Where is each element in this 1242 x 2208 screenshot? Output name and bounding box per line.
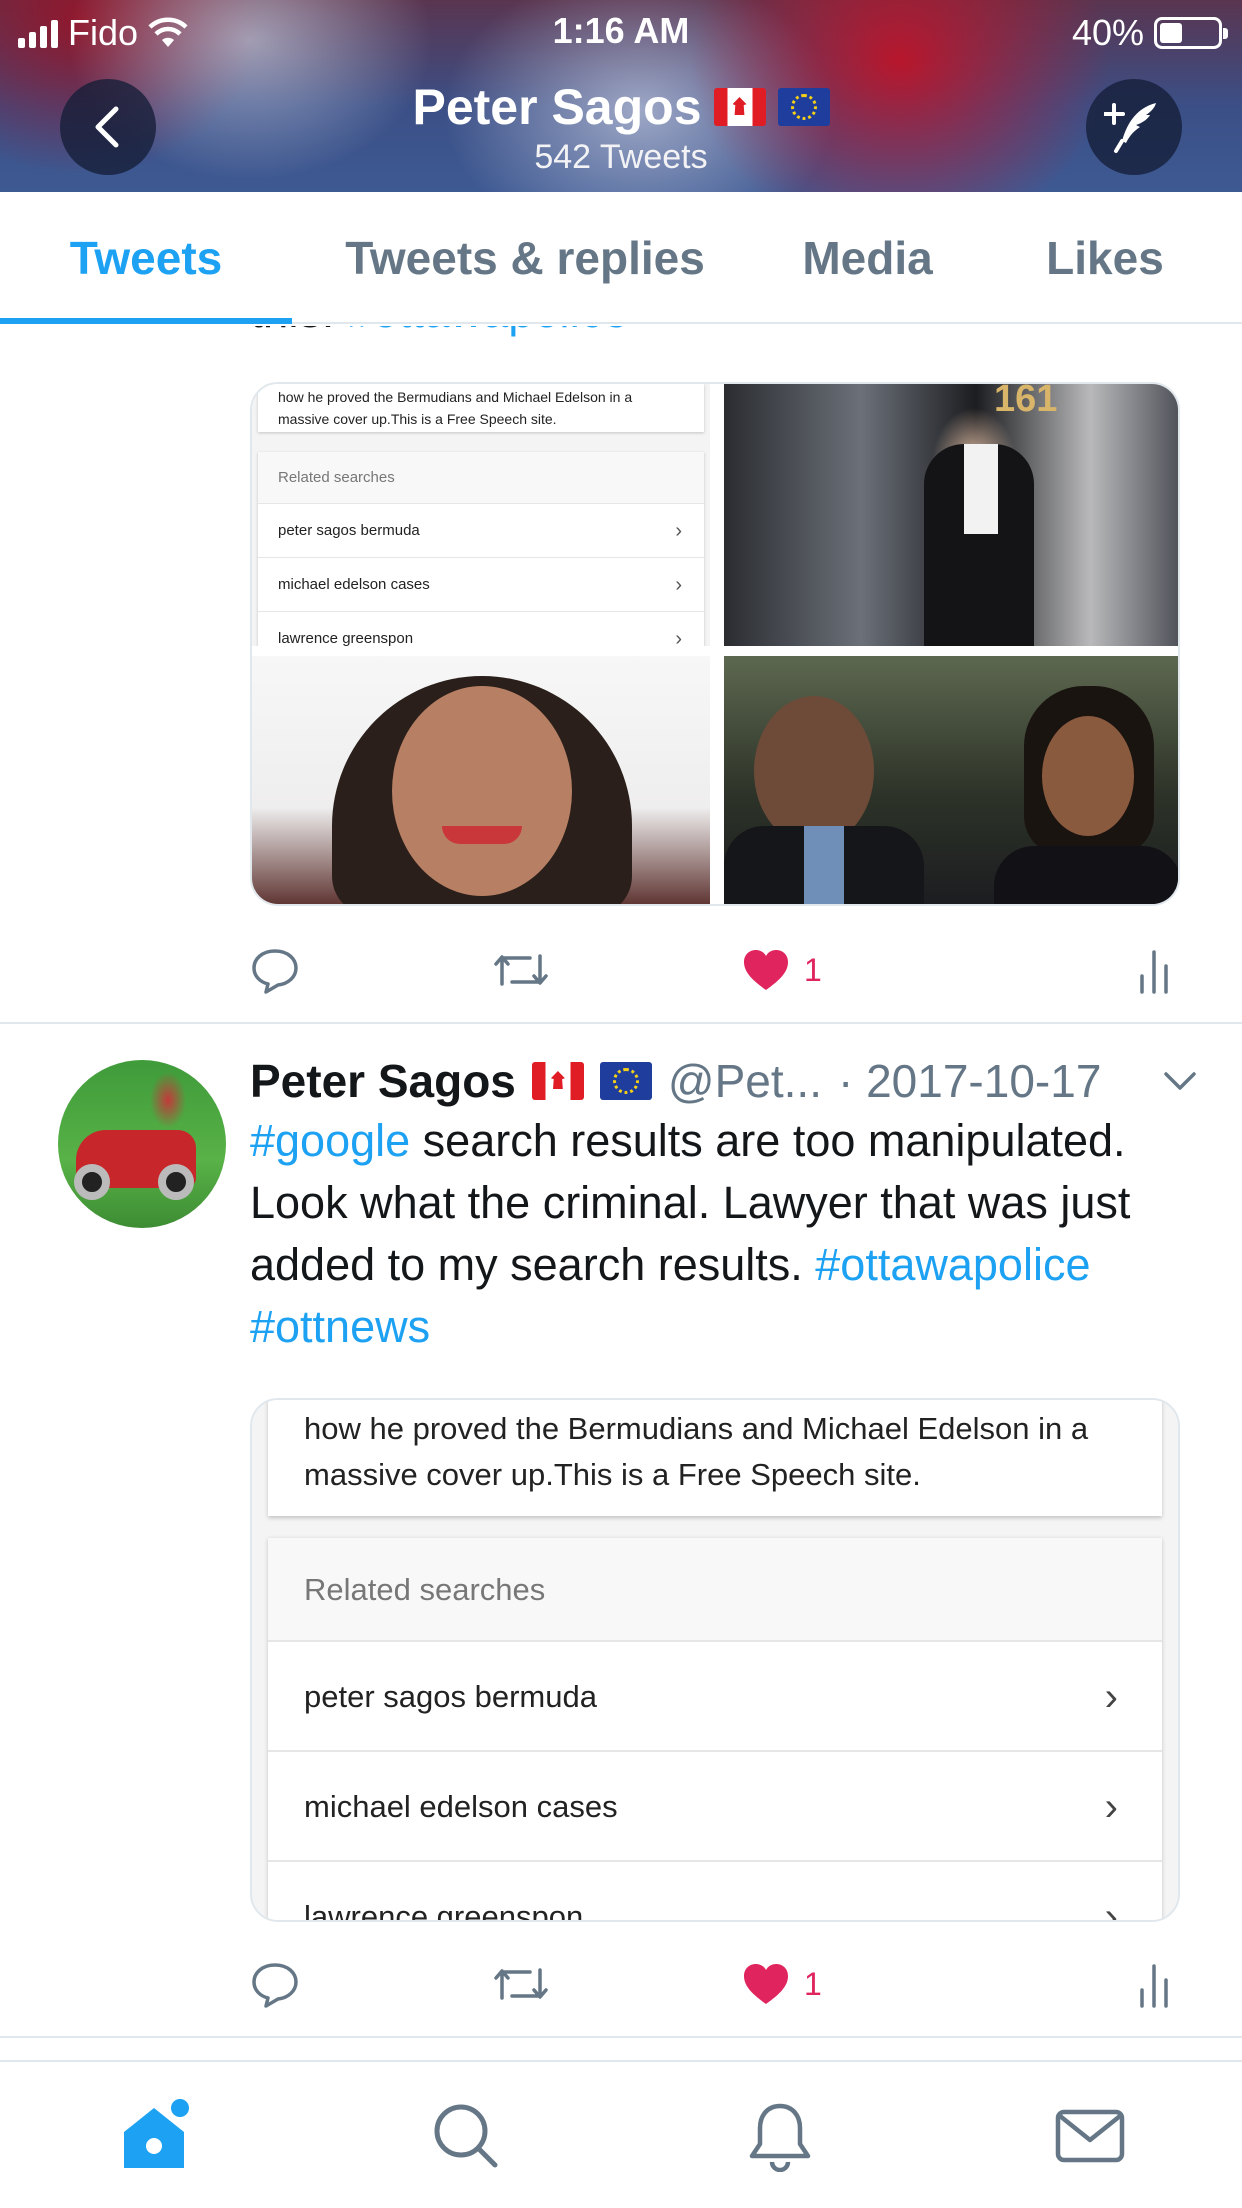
tweet-text-truncated: this. #ottawapolice bbox=[250, 326, 628, 338]
tweet-actions: 1 bbox=[250, 1944, 1180, 2024]
avatar-wheel bbox=[158, 1164, 194, 1200]
notifications-icon bbox=[749, 2103, 811, 2172]
related-search-item: lawrence greenspon › bbox=[268, 1862, 1162, 1922]
chevron-right-icon: › bbox=[1104, 1785, 1118, 1829]
tweet-divider bbox=[0, 2036, 1242, 2038]
chevron-right-icon: › bbox=[675, 520, 682, 542]
messages-icon bbox=[1055, 2109, 1125, 2163]
search-snippet: how he proved the Bermudians and Michael… bbox=[258, 384, 704, 432]
media-photo-woman[interactable] bbox=[252, 656, 710, 904]
avatar[interactable] bbox=[58, 1060, 226, 1228]
profile-tabs: Tweets Tweets & replies Media Likes bbox=[0, 192, 1242, 324]
like-count: 1 bbox=[804, 951, 822, 988]
tab-media[interactable]: Media bbox=[760, 192, 975, 324]
tweet-divider bbox=[0, 1022, 1242, 1024]
battery-fill bbox=[1160, 23, 1183, 43]
nav-search[interactable] bbox=[386, 2062, 546, 2208]
search-icon bbox=[434, 2104, 498, 2168]
avatar-wheel bbox=[74, 1164, 110, 1200]
tweet-count: 542 Tweets bbox=[534, 138, 708, 176]
chevron-down-icon[interactable] bbox=[1160, 1066, 1200, 1096]
like-button[interactable]: 1 bbox=[742, 930, 822, 1010]
profile-title: Peter Sagos 542 Tweets bbox=[0, 78, 1242, 177]
retweet-icon bbox=[494, 1968, 548, 2000]
analytics-button[interactable] bbox=[1136, 930, 1176, 1010]
search-snippet: how he proved the Bermudians and Michael… bbox=[268, 1400, 1162, 1516]
battery-status: 40% bbox=[1071, 12, 1228, 54]
eu-flag-icon bbox=[777, 88, 830, 126]
related-searches-header: Related searches bbox=[268, 1538, 1162, 1642]
nav-notifications[interactable] bbox=[700, 2062, 860, 2208]
compose-tweet-button[interactable] bbox=[1086, 79, 1182, 175]
timeline[interactable]: this. #ottawapolice how he proved the Be… bbox=[0, 326, 1242, 2060]
analytics-icon bbox=[1140, 1964, 1168, 2008]
related-searches-header: Related searches bbox=[258, 452, 704, 504]
related-search-item: michael edelson cases › bbox=[268, 1752, 1162, 1862]
hashtag-link[interactable]: #ottnews bbox=[250, 1301, 430, 1352]
compose-tweet-icon bbox=[1104, 103, 1156, 153]
reply-button[interactable] bbox=[250, 930, 300, 1010]
reply-button[interactable] bbox=[250, 1944, 300, 2024]
chevron-right-icon: › bbox=[1104, 1675, 1118, 1719]
profile-header: Fido 1:16 AM 40% Peter Sagos 542 Tweets bbox=[0, 0, 1242, 192]
status-bar: Fido 1:16 AM 40% bbox=[0, 0, 1242, 64]
retweet-button[interactable] bbox=[492, 1944, 550, 2024]
status-time: 1:16 AM bbox=[552, 10, 690, 51]
chevron-right-icon: › bbox=[1104, 1895, 1118, 1922]
hashtag-link[interactable]: #ottawapolice bbox=[815, 1239, 1090, 1290]
nav-home[interactable] bbox=[76, 2062, 236, 2208]
tweet-actions: 1 bbox=[250, 930, 1180, 1010]
related-search-item: peter sagos bermuda › bbox=[258, 504, 704, 558]
tweet-text: #google search results are too manipulat… bbox=[250, 1110, 1200, 1358]
chevron-right-icon: › bbox=[675, 574, 682, 596]
tweet-media-screenshot[interactable]: how he proved the Bermudians and Michael… bbox=[250, 1398, 1180, 1922]
related-search-item: michael edelson cases › bbox=[258, 558, 704, 612]
like-button[interactable]: 1 bbox=[742, 1944, 822, 2024]
media-search-screenshot[interactable]: how he proved the Bermudians and Michael… bbox=[252, 384, 710, 646]
reply-icon bbox=[252, 1963, 298, 2008]
tweet-media-grid[interactable]: how he proved the Bermudians and Michael… bbox=[250, 382, 1180, 906]
heart-filled-icon bbox=[744, 950, 788, 990]
reply-icon bbox=[252, 949, 298, 994]
tab-tweets-and-replies[interactable]: Tweets & replies bbox=[310, 192, 740, 324]
media-photo-lawyer[interactable]: 161 bbox=[724, 384, 1178, 646]
tab-likes[interactable]: Likes bbox=[1010, 192, 1200, 324]
analytics-icon bbox=[1140, 950, 1168, 994]
nav-messages[interactable] bbox=[1010, 2062, 1170, 2208]
related-search-item: peter sagos bermuda › bbox=[268, 1642, 1162, 1752]
eu-flag-icon bbox=[599, 1062, 652, 1100]
like-count: 1 bbox=[804, 1965, 822, 2002]
building-number: 161 bbox=[994, 384, 1058, 420]
canada-flag-icon bbox=[713, 88, 766, 126]
bottom-tab-bar bbox=[0, 2060, 1242, 2208]
active-tab-indicator bbox=[0, 318, 292, 324]
hashtag-link[interactable]: #google bbox=[250, 1115, 410, 1166]
tab-tweets[interactable]: Tweets bbox=[0, 192, 292, 324]
heart-filled-icon bbox=[744, 1964, 788, 2004]
battery-icon bbox=[1154, 17, 1228, 49]
tweet-text-fragment: this. bbox=[250, 326, 334, 337]
tweet-author-handle[interactable]: @Pet... bbox=[668, 1054, 822, 1108]
media-photo-couple[interactable] bbox=[724, 656, 1178, 904]
related-searches: Related searches peter sagos bermuda › mi… bbox=[268, 1538, 1162, 1922]
tweet-header: Peter Sagos @Pet... · 2017-10-17 bbox=[250, 1048, 1200, 1114]
battery-percent: 40% bbox=[1071, 12, 1144, 53]
retweet-icon bbox=[494, 954, 548, 986]
chevron-right-icon: › bbox=[675, 628, 682, 646]
canada-flag-icon bbox=[531, 1062, 584, 1100]
related-search-item: lawrence greenspon › bbox=[258, 612, 704, 646]
related-searches: Related searches peter sagos bermuda › mi… bbox=[258, 452, 704, 646]
home-icon bbox=[124, 2099, 189, 2168]
analytics-button[interactable] bbox=[1136, 1944, 1176, 2024]
tweet-date: · 2017-10-17 bbox=[838, 1055, 1102, 1107]
hashtag-link[interactable]: #ottawapolice bbox=[347, 326, 628, 337]
retweet-button[interactable] bbox=[492, 930, 550, 1010]
tweet-author-name[interactable]: Peter Sagos bbox=[250, 1054, 516, 1108]
profile-name: Peter Sagos bbox=[412, 79, 702, 135]
